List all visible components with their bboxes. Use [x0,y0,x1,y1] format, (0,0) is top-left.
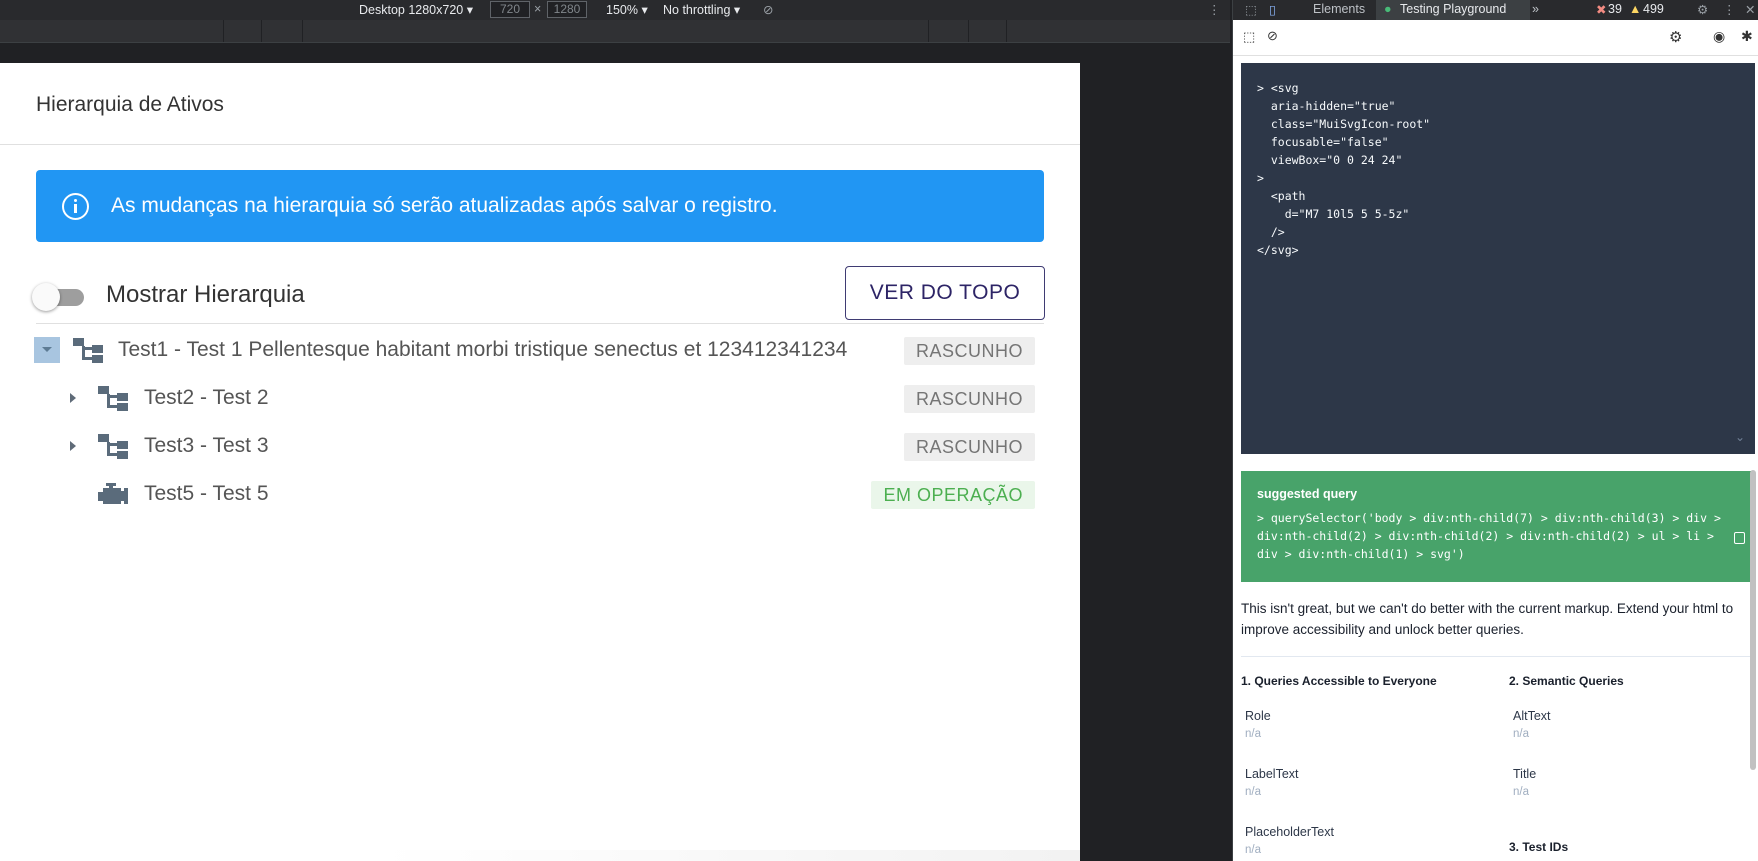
page-bottom-shadow [380,850,1080,861]
query-placeholder-label: PlaceholderText [1245,825,1334,839]
engine-icon [98,483,128,504]
settings-icon[interactable]: ⚙ [1697,2,1708,17]
section-divider [1241,656,1755,657]
devtools-tabbar: ⬚ ▯ Elements ● Testing Playground » ✖ 39… [1233,0,1758,20]
query-note: This isn't great, but we can't do better… [1241,601,1734,637]
error-icon[interactable]: ✖ [1596,2,1606,17]
scrollbar[interactable] [1750,470,1756,770]
section-testids: 3. Test IDs [1509,840,1569,854]
suggested-query-text: > querySelector('body > div:nth-child(7)… [1257,511,1721,561]
query-role-label: Role [1245,709,1271,723]
element-markup: > <svg aria-hidden="true" class="MuiSvgI… [1241,63,1755,454]
tab-testing-playground[interactable]: ● Testing Playground [1376,0,1530,20]
hierarchy-icon [98,386,128,411]
query-alttext-value: n/a [1513,728,1529,740]
query-alttext-label: AltText [1513,709,1551,723]
collapse-arrow-icon[interactable] [34,337,60,363]
markup-text: > <svg aria-hidden="true" class="MuiSvgI… [1257,81,1431,257]
select-element-icon[interactable]: ⬚ [1243,29,1255,45]
query-labeltext-value: n/a [1245,786,1261,798]
hierarchy-icon [73,338,103,363]
media-query-ruler [0,20,1230,43]
bug-icon[interactable]: ✱ [1741,28,1753,45]
query-role-value: n/a [1245,728,1261,740]
close-icon[interactable]: ✕ [1745,2,1755,17]
info-icon [62,193,89,220]
tab-label: Testing Playground [1400,2,1507,16]
alert-message: As mudanças na hierarquia só serão atual… [111,194,778,217]
info-alert: As mudanças na hierarquia só serão atual… [36,170,1044,242]
more-options-icon[interactable]: ⋮ [1723,2,1736,17]
status-badge: RASCUNHO [903,433,1035,461]
frog-icon: ● [1384,2,1392,16]
section-accessible: 1. Queries Accessible to Everyone [1241,674,1437,688]
throttling-select[interactable]: No throttling ▾ [663,2,740,17]
query-placeholder-value: n/a [1245,844,1261,856]
device-select[interactable]: Desktop 1280x720 ▾ [359,2,473,17]
hierarchy-toggle[interactable] [32,282,88,312]
eye-icon[interactable]: ◉ [1713,28,1725,45]
query-title-label: Title [1513,767,1537,781]
more-tabs-icon[interactable]: » [1532,2,1539,16]
tree-item-label: Test1 - Test 1 Pellentesque habitant mor… [118,338,848,361]
dimension-separator: × [534,2,542,16]
tree-item-label: Test3 - Test 3 [144,434,269,457]
section-semantic: 2. Semantic Queries [1509,674,1624,688]
zoom-select[interactable]: 150% ▾ [606,2,648,17]
tree-item[interactable]: Test5 - Test 5 EM OPERAÇÃO [0,473,1080,513]
device-toggle-icon[interactable]: ▯ [1269,2,1276,17]
hierarchy-icon [98,434,128,459]
suggested-query-box: suggested query > querySelector('body > … [1241,471,1755,582]
status-badge: RASCUNHO [903,385,1035,413]
inspect-element-icon[interactable]: ⬚ [1245,2,1257,17]
suggested-query-title: suggested query [1257,487,1358,501]
tab-elements[interactable]: Elements [1313,2,1365,16]
expand-arrow-icon[interactable] [60,385,86,411]
page-title: Hierarquia de Ativos [36,93,224,116]
error-count[interactable]: 39 [1608,2,1622,16]
tree-item[interactable]: Test2 - Test 2 RASCUNHO [0,377,1080,417]
copy-icon[interactable] [1734,532,1745,544]
warning-icon[interactable]: ▲ [1629,2,1641,16]
tree-divider [36,323,1044,324]
status-badge: EM OPERAÇÃO [871,481,1035,509]
view-from-top-button[interactable]: VER DO TOPO [845,266,1045,320]
devtools-panel: ⬚ ▯ Elements ● Testing Playground » ✖ 39… [1232,0,1758,861]
status-badge: RASCUNHO [903,337,1035,365]
expand-arrow-icon[interactable] [60,433,86,459]
more-options-icon[interactable]: ⋮ [1208,2,1221,17]
query-title-value: n/a [1513,786,1529,798]
toggle-thumb [32,283,60,311]
tree-item-label: Test2 - Test 2 [144,386,269,409]
device-toolbar: Desktop 1280x720 ▾ 720 × 1280 150% ▾ No … [0,0,1230,20]
emulated-page: Hierarquia de Ativos As mudanças na hier… [0,63,1080,861]
tree-item[interactable]: Test1 - Test 1 Pellentesque habitant mor… [0,329,1080,369]
title-divider [0,144,1080,145]
tree-item-label: Test5 - Test 5 [144,482,269,505]
height-input[interactable]: 1280 [547,1,587,18]
chevron-down-icon[interactable]: ⌄ [1735,428,1745,446]
clear-selection-icon[interactable]: ⊘ [1267,28,1278,44]
toggle-label: Mostrar Hierarquia [106,281,305,308]
width-input[interactable]: 720 [490,1,530,18]
gear-icon[interactable]: ⚙ [1669,28,1682,46]
tree-item[interactable]: Test3 - Test 3 RASCUNHO [0,425,1080,465]
rotate-icon[interactable]: ⊘ [763,2,773,17]
warning-count[interactable]: 499 [1643,2,1664,16]
playground-toolbar: ⬚ ⊘ ⚙ ◉ ✱ [1233,20,1758,56]
query-labeltext-label: LabelText [1245,767,1299,781]
